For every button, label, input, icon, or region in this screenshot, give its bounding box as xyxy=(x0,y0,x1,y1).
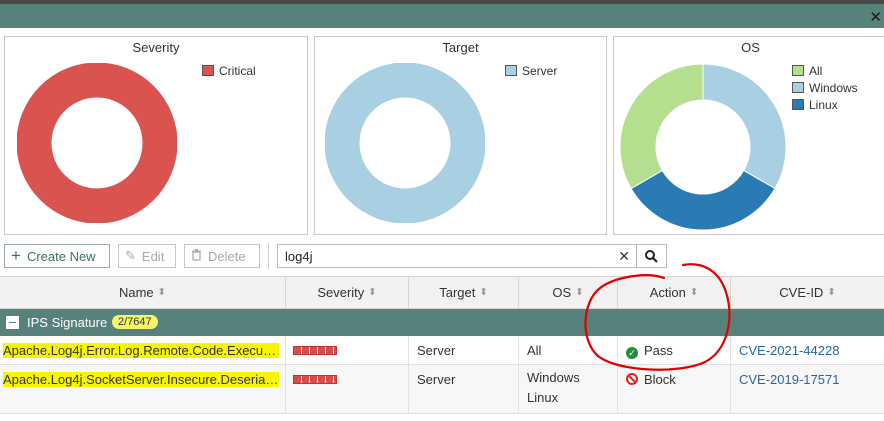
sort-icon: ⬍ xyxy=(479,286,488,298)
group-row-ips-signature[interactable]: IPS Signature 2/7647 xyxy=(0,309,884,336)
os-donut[interactable] xyxy=(620,64,786,230)
legend-swatch xyxy=(792,82,804,93)
table-header: Name ⬍ Severity ⬍ Target ⬍ OS ⬍ Action ⬍ CVE-… xyxy=(0,276,884,309)
legend-swatch xyxy=(792,99,804,110)
legend-item-critical[interactable]: Critical xyxy=(202,62,256,79)
table-row[interactable]: Apache.Log4j.SocketServer.Insecure.Deser… xyxy=(0,365,884,414)
legend-label: Critical xyxy=(219,63,256,78)
create-new-label: Create New xyxy=(26,248,96,264)
check-circle-icon: ✓ xyxy=(626,347,638,359)
cve-link[interactable]: CVE-2021-44228 xyxy=(739,343,839,358)
search-box: ✕ xyxy=(277,244,637,268)
cve-cell: CVE-2021-44228 xyxy=(731,336,884,364)
severity-cell xyxy=(286,336,409,364)
os-chart-title: OS xyxy=(741,40,760,55)
sort-icon: ⬍ xyxy=(827,286,836,298)
column-header-os[interactable]: OS ⬍ xyxy=(519,277,618,308)
action-label: Block xyxy=(644,372,676,387)
table-row[interactable]: Apache.Log4j.Error.Log.Remote.Code.Execu… xyxy=(0,336,884,365)
block-icon xyxy=(626,373,638,385)
name-cell: Apache.Log4j.SocketServer.Insecure.Deser… xyxy=(0,365,286,413)
column-header-severity[interactable]: Severity ⬍ xyxy=(286,277,409,308)
sort-icon: ⬍ xyxy=(368,286,377,298)
signature-name[interactable]: Apache.Log4j.Error.Log.Remote.Code.Execu… xyxy=(3,343,279,358)
legend-swatch xyxy=(792,65,804,76)
search-icon xyxy=(645,249,658,263)
os-slice-all xyxy=(620,64,704,190)
os-slice-windows xyxy=(702,64,786,190)
severity-donut[interactable] xyxy=(17,63,177,223)
os-cell: All xyxy=(519,336,618,364)
severity-chart-title: Severity xyxy=(132,40,180,55)
delete-label: Delete xyxy=(208,248,246,264)
column-header-cve-id[interactable]: CVE-ID ⬍ xyxy=(731,277,884,308)
close-icon[interactable]: ✕ xyxy=(869,10,882,25)
action-label: Pass xyxy=(644,343,673,358)
target-donut[interactable] xyxy=(325,63,485,223)
cve-cell: CVE-2019-17571 xyxy=(731,365,884,413)
legend-label: Linux xyxy=(809,97,838,112)
legend-label: Windows xyxy=(809,80,858,95)
cve-link[interactable]: CVE-2019-17571 xyxy=(739,372,839,387)
name-cell: Apache.Log4j.Error.Log.Remote.Code.Execu… xyxy=(0,336,286,364)
target-chart-title: Target xyxy=(442,40,479,55)
legend-label: Server xyxy=(522,63,558,78)
legend-label: All xyxy=(809,63,823,78)
sort-icon: ⬍ xyxy=(575,286,584,298)
dialog-title-bar: ✕ xyxy=(0,4,884,28)
search-input[interactable] xyxy=(278,245,608,267)
severity-cell xyxy=(286,365,409,413)
legend-swatch xyxy=(505,65,517,76)
delete-button[interactable]: Delete xyxy=(184,244,260,268)
sort-icon: ⬍ xyxy=(157,286,167,298)
group-count-badge: 2/7647 xyxy=(112,315,158,329)
create-new-button[interactable]: + Create New xyxy=(4,244,110,268)
os-cell: Windows Linux xyxy=(519,365,618,413)
legend-swatch xyxy=(202,65,214,76)
legend-item-linux[interactable]: Linux xyxy=(792,96,858,113)
os-legend: All Windows Linux xyxy=(792,62,858,113)
group-label: IPS Signature xyxy=(27,315,108,330)
action-cell: Block xyxy=(618,365,731,413)
toolbar-divider xyxy=(268,243,269,269)
legend-item-server[interactable]: Server xyxy=(505,62,557,79)
target-cell: Server xyxy=(409,365,519,413)
target-cell: Server xyxy=(409,336,519,364)
severity-critical-bar xyxy=(293,346,337,355)
sort-icon: ⬍ xyxy=(689,286,699,298)
edit-button[interactable]: ✎ Edit xyxy=(118,244,176,268)
signature-name[interactable]: Apache.Log4j.SocketServer.Insecure.Deser… xyxy=(3,372,279,387)
severity-critical-bar xyxy=(293,375,337,384)
column-header-action[interactable]: Action ⬍ xyxy=(618,277,731,308)
edit-label: Edit xyxy=(141,248,165,264)
legend-item-all[interactable]: All xyxy=(792,62,858,79)
legend-item-windows[interactable]: Windows xyxy=(792,79,858,96)
trash-icon xyxy=(191,248,202,264)
clear-search-icon[interactable]: ✕ xyxy=(618,248,630,265)
collapse-icon[interactable] xyxy=(6,316,19,329)
os-slice-linux xyxy=(630,169,776,230)
severity-chart-panel: Severity Critical xyxy=(4,36,308,235)
column-header-name[interactable]: Name ⬍ xyxy=(0,277,286,308)
target-chart-panel: Target Server xyxy=(314,36,607,235)
target-slice-server xyxy=(325,63,485,223)
plus-icon: + xyxy=(11,246,21,265)
target-legend: Server xyxy=(505,62,557,79)
action-cell: ✓ Pass xyxy=(618,336,731,364)
pencil-icon: ✎ xyxy=(125,248,136,263)
search-button[interactable] xyxy=(636,244,667,268)
os-chart-panel: OS All Windows Linux xyxy=(613,36,884,235)
severity-legend: Critical xyxy=(202,62,256,79)
column-header-target[interactable]: Target ⬍ xyxy=(409,277,519,308)
severity-slice-critical xyxy=(17,63,177,223)
